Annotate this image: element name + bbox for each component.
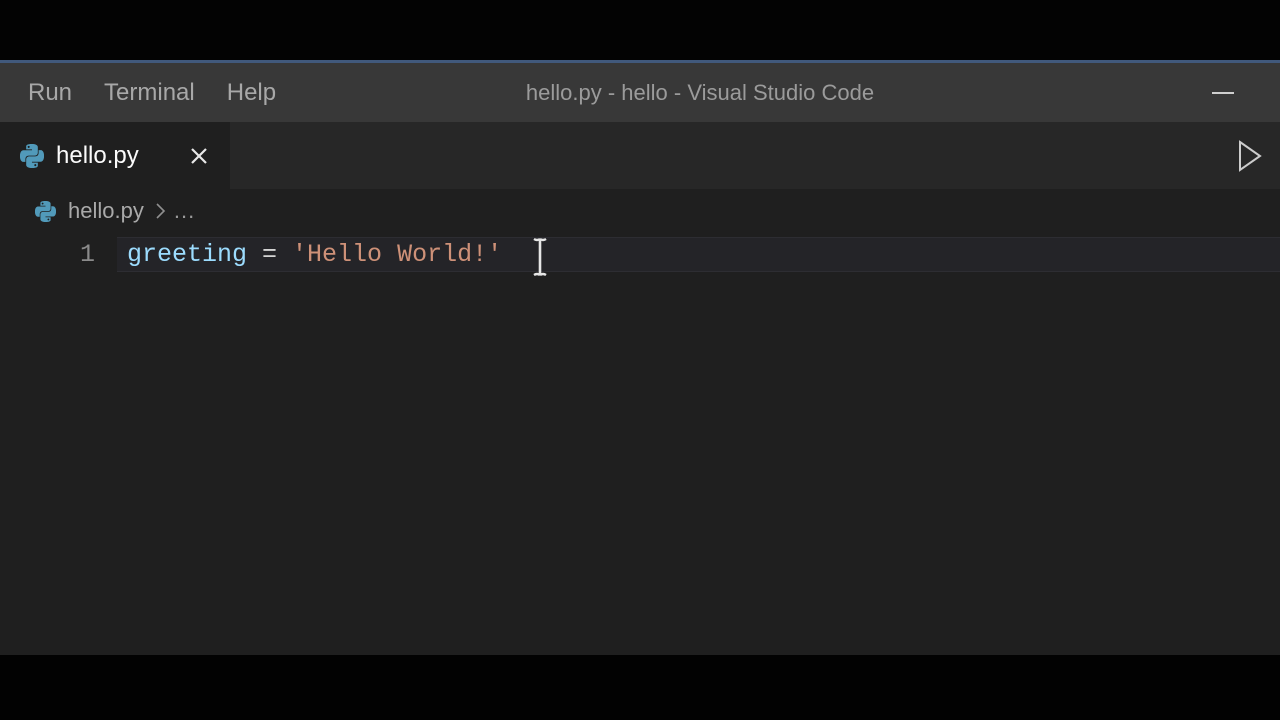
- token-operator: =: [247, 240, 292, 269]
- tab-label: hello.py: [56, 142, 139, 170]
- chevron-right-icon: [154, 202, 166, 220]
- token-string: 'Hello World!': [292, 240, 502, 269]
- python-icon: [20, 144, 44, 168]
- window-controls: [1200, 63, 1246, 122]
- token-variable: greeting: [127, 240, 247, 269]
- vscode-window: Run Terminal Help hello.py - hello - Vis…: [0, 0, 1280, 720]
- window-title: hello.py - hello - Visual Studio Code: [526, 63, 874, 122]
- close-icon[interactable]: [184, 141, 214, 171]
- letterbox-bottom: [0, 655, 1280, 720]
- editor-area[interactable]: 1 greeting = 'Hello World!': [0, 233, 1280, 655]
- tab-hello-py[interactable]: hello.py: [0, 122, 230, 189]
- menu-item-terminal[interactable]: Terminal: [88, 63, 211, 122]
- menu-item-help[interactable]: Help: [211, 63, 292, 122]
- menu-item-run[interactable]: Run: [28, 63, 88, 122]
- title-bar: Run Terminal Help hello.py - hello - Vis…: [0, 63, 1280, 122]
- editor-tab-bar: hello.py: [0, 122, 1280, 189]
- code-text[interactable]: greeting = 'Hello World!': [127, 237, 502, 272]
- play-icon: [1237, 139, 1263, 173]
- run-file-button[interactable]: [1228, 122, 1272, 189]
- python-icon: [35, 201, 56, 222]
- minimize-dash-icon: [1212, 92, 1234, 94]
- minimize-button[interactable]: [1200, 63, 1246, 122]
- breadcrumb-item-file[interactable]: hello.py: [68, 198, 144, 224]
- menu-bar: Run Terminal Help: [28, 63, 292, 122]
- breadcrumb-item-symbol[interactable]: ...: [174, 198, 195, 224]
- line-number: 1: [0, 237, 95, 272]
- breadcrumb: hello.py ...: [0, 189, 1280, 233]
- letterbox-top: [0, 0, 1280, 60]
- i-beam-pointer-icon: [526, 236, 554, 278]
- code-line-1: 1 greeting = 'Hello World!': [0, 237, 1280, 272]
